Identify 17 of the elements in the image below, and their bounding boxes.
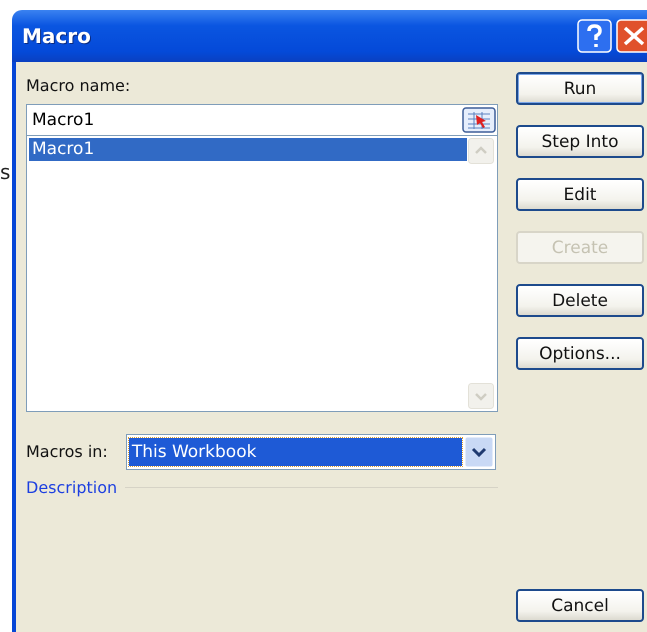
macro-action-button[interactable]: Step Into <box>516 125 644 158</box>
window-title: Macro <box>22 24 91 48</box>
macro-action-button[interactable]: Options... <box>516 337 644 370</box>
help-icon[interactable] <box>577 19 612 53</box>
cancel-button[interactable]: Cancel <box>516 589 644 622</box>
macros-in-dropdown[interactable]: This Workbook <box>126 434 496 470</box>
collapse-dialog-icon[interactable] <box>462 107 496 133</box>
macro-action-button[interactable]: Edit <box>516 178 644 211</box>
background-text: s <box>0 160 10 184</box>
macro-list-item[interactable]: Macro1 <box>29 138 467 161</box>
description-label: Description <box>26 478 118 497</box>
macro-name-label: Macro name: <box>26 76 132 96</box>
macro-action-button[interactable]: Delete <box>516 284 644 317</box>
close-icon[interactable] <box>616 19 647 53</box>
macros-in-label: Macros in: <box>26 442 108 462</box>
macro-name-field[interactable]: Macro1 <box>26 104 498 136</box>
macro-action-button[interactable]: Run <box>516 72 644 105</box>
